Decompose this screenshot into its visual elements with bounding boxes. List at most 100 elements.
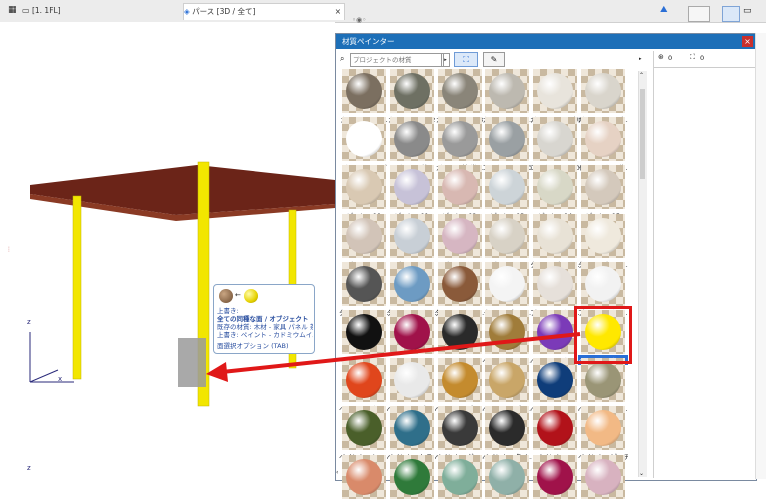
- material-tile[interactable]: ゾーン - 04: [533, 165, 578, 220]
- paint-bucket-button[interactable]: ⛶: [454, 52, 478, 67]
- material-tile[interactable]: [389, 454, 434, 499]
- arrow-icon: ←: [235, 291, 241, 299]
- count-b: 0: [700, 54, 705, 62]
- material-tile[interactable]: ガラス - 鏡 半...: [436, 117, 483, 172]
- material-tile[interactable]: ゾーン - 06: [342, 213, 386, 269]
- material-tile[interactable]: ペイント - タイ...: [482, 406, 532, 461]
- tab-bar: ▦ ▭ [1. 1FL] ◈ パース [3D / 全て] × ◦◉◦ ⛰ ▭: [0, 0, 766, 24]
- material-sphere: [441, 362, 478, 399]
- material-tile[interactable]: ペイント - ダー...: [435, 406, 485, 461]
- material-tile[interactable]: ペイント - ピーチ: [578, 406, 628, 461]
- panel-title-bar[interactable]: 材質ペインター ×: [336, 34, 756, 49]
- selected-material-highlight: [574, 306, 632, 364]
- material-tile[interactable]: セラミック - 磁...: [578, 117, 628, 172]
- material-sphere: [585, 217, 621, 254]
- material-tile[interactable]: ガラス - 鏡: [389, 117, 434, 172]
- search-row: ⌕ ▸ ⛶ ✎ ▸: [336, 51, 646, 69]
- search-icon: ⌕: [340, 54, 345, 63]
- material-tile[interactable]: ガラス - ランプ: [341, 117, 387, 172]
- material-tile[interactable]: タイル - タン 2...: [530, 213, 580, 269]
- cube-icon: ◈: [184, 7, 190, 16]
- tooltip-line: 面選択オプション (TAB): [217, 342, 289, 350]
- material-tile[interactable]: コンクリート - 04: [530, 117, 580, 172]
- material-sphere: [393, 410, 430, 447]
- material-tile[interactable]: ゾーン - 08: [437, 213, 482, 269]
- material-tile[interactable]: ペイント - シェ...: [339, 406, 389, 461]
- 3d-scene: [29, 161, 335, 407]
- material-tile[interactable]: ゾーン - 05: [581, 165, 625, 220]
- material-sphere: [346, 314, 382, 350]
- material-tile[interactable]: タイル - タン 3...: [578, 213, 628, 269]
- material-tile[interactable]: ペイント - ア...: [341, 310, 387, 365]
- material-sphere: [393, 265, 430, 302]
- model-icon[interactable]: ⛰: [660, 5, 668, 15]
- material-tile[interactable]: カーペット - 03: [436, 69, 483, 124]
- material-tile[interactable]: ペイント - カド...: [339, 358, 389, 413]
- scrollbar-thumb[interactable]: [640, 89, 645, 179]
- 3d-viewport[interactable]: z x z ⋮: [0, 22, 335, 496]
- material-tile[interactable]: ペイント - セラ...: [387, 406, 437, 461]
- material-tile[interactable]: ペイント - ...: [533, 406, 578, 461]
- material-tile[interactable]: タイル - ライト...: [435, 261, 485, 317]
- material-tile[interactable]: ゾーン - 00: [342, 165, 386, 220]
- material-tile[interactable]: カーペット - 3...: [483, 69, 532, 124]
- material-tile[interactable]: ペイント - サン...: [578, 358, 628, 413]
- material-tile[interactable]: ペイント - ウル...: [530, 310, 580, 365]
- material-tile[interactable]: ガラス - シンプル: [530, 69, 580, 124]
- material-tile[interactable]: ゾーン - 09: [485, 213, 530, 269]
- material-tile[interactable]: ゾーン - 01: [389, 165, 434, 220]
- material-tile[interactable]: [342, 454, 386, 499]
- dropdown-arrow-icon[interactable]: ▸: [441, 53, 450, 67]
- material-tile[interactable]: タイル - モザイ...: [387, 261, 437, 317]
- material-tile[interactable]: タイル - 白 マ...: [484, 261, 531, 317]
- material-tile[interactable]: [533, 454, 578, 499]
- material-tile[interactable]: ゾーン - 03: [485, 165, 530, 220]
- tab-3d-view[interactable]: ◈ パース [3D / 全て] ×: [183, 3, 345, 20]
- material-tile[interactable]: カーペット - 01: [340, 69, 388, 124]
- panel-title: 材質ペインター: [342, 37, 395, 46]
- eyedropper-button[interactable]: ✎: [483, 52, 505, 67]
- folder-icon[interactable]: ▭: [743, 6, 752, 16]
- material-sphere: [393, 314, 430, 350]
- material-tile[interactable]: ペイント - イエ...: [482, 310, 532, 365]
- material-tile[interactable]: ペイント - ...: [437, 310, 482, 365]
- material-tile[interactable]: ゾーン - 02: [437, 165, 482, 220]
- material-tile[interactable]: [485, 454, 530, 499]
- settings-button[interactable]: [688, 6, 710, 22]
- tooltip-line: 上書き:: [217, 307, 239, 315]
- tooltip-line: 上書き: ペイント - カドミウムイエロー: [217, 331, 313, 339]
- material-tile[interactable]: ペイント - ゴー...: [435, 358, 485, 413]
- material-tile[interactable]: ゾーン - 07: [389, 213, 434, 269]
- material-tile[interactable]: ペイント - ...: [389, 310, 434, 365]
- face-highlight: [178, 338, 206, 387]
- material-tile[interactable]: ペイント - ゴー...: [482, 358, 532, 413]
- close-icon[interactable]: ×: [335, 4, 341, 20]
- override-tooltip: ← 上書き: 全ての同種な面 / オブジェクト 既存の材質: 木材 - 家具 パ…: [213, 284, 315, 354]
- material-tile[interactable]: カーペット - 02: [388, 69, 435, 124]
- material-tile[interactable]: タイル - チェッ...: [339, 261, 389, 317]
- material-sphere: [441, 410, 478, 447]
- material-tile[interactable]: [581, 454, 625, 499]
- material-tile[interactable]: [437, 454, 482, 499]
- viewport-handle[interactable]: ⋮: [6, 246, 12, 253]
- material-tile[interactable]: プラスチック - ...: [578, 261, 628, 317]
- cloud-icon[interactable]: [722, 6, 740, 22]
- material-tile[interactable]: プラスチック - ...: [530, 261, 580, 317]
- tab-floor-plan[interactable]: ▭ [1. 1FL]: [22, 3, 162, 19]
- material-tile[interactable]: ペイント - グロ...: [387, 358, 437, 413]
- count-a: 0: [668, 54, 673, 62]
- search-input[interactable]: [350, 53, 444, 67]
- scroll-down-icon[interactable]: ⌄: [639, 470, 644, 477]
- close-button[interactable]: ×: [742, 36, 753, 47]
- eye-icon[interactable]: ◦◉◦: [352, 16, 366, 24]
- expand-icon[interactable]: ▸: [639, 53, 646, 65]
- collapse-icon[interactable]: ‹: [336, 469, 344, 477]
- scroll-up-icon[interactable]: ⌃: [639, 72, 644, 79]
- material-sphere: [393, 458, 430, 495]
- axis-label-z: z: [27, 318, 31, 326]
- material-tile[interactable]: コンクリート - 03: [482, 117, 532, 172]
- material-tile[interactable]: ペイント - コバ...: [530, 358, 580, 413]
- material-tile[interactable]: ガラス - シンプ...: [578, 69, 628, 124]
- grid-icon[interactable]: ▦: [8, 5, 17, 15]
- tab-label: パース [3D / 全て]: [192, 7, 256, 16]
